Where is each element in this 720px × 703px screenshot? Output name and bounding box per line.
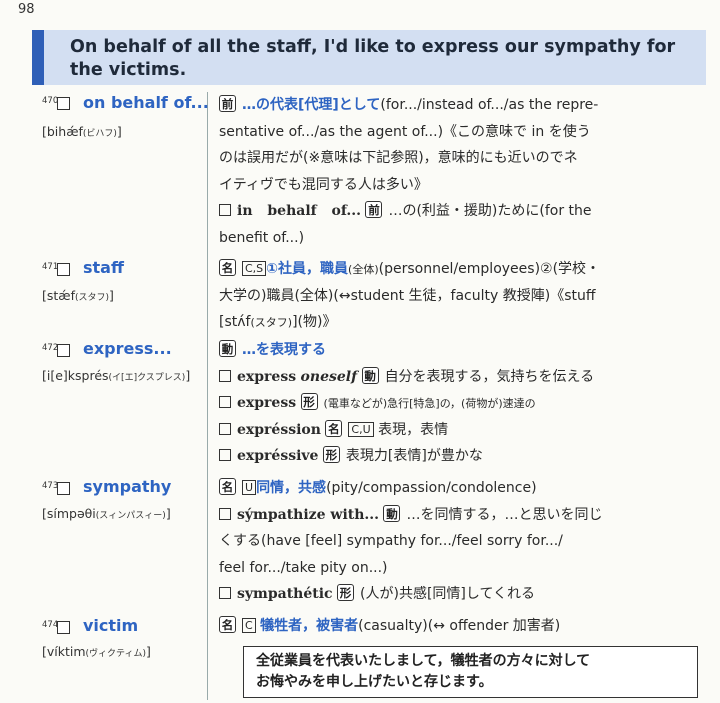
pos-verb-icon: 動	[383, 504, 401, 522]
pos-noun-icon: 名	[219, 616, 236, 633]
entry-number: 474	[42, 620, 59, 630]
definition: 名 C,S ①社員，職員(全体)(personnel/employees)②(学校・…	[219, 259, 601, 330]
pronunciation: [bihǽf(ビハフ)]	[42, 124, 122, 139]
definition: 名C 犠牲者，被害者(casualty)(↔ offender 加害者)	[219, 613, 679, 640]
definition: 動 …を表現する express oneself 動自分を表現する，気持ちを伝える…	[219, 337, 679, 470]
pos-noun-icon: 名	[219, 478, 236, 495]
checkbox-icon[interactable]	[219, 396, 231, 408]
countable-label: C,S	[242, 261, 267, 276]
pronunciation: [víktim(ヴィクティム)]	[42, 644, 151, 659]
pos-adj-icon: 形	[300, 393, 318, 410]
checkbox-icon[interactable]	[219, 369, 231, 382]
checkbox-icon[interactable]	[219, 449, 231, 461]
checkbox-icon[interactable]	[219, 422, 231, 435]
entry-number: 473	[42, 481, 59, 491]
countable-label: C,U	[348, 421, 374, 437]
pos-adj-icon: 形	[337, 584, 355, 601]
pronunciation: [i[e]ksprés(イ[エ]クスプレス)]	[42, 368, 191, 383]
pronunciation: [símpəθi(スィンパスィー)]	[42, 506, 171, 521]
headword: sympathy	[83, 477, 172, 496]
pos-verb-icon: 動	[361, 366, 379, 384]
pos-noun-icon: 名	[219, 259, 236, 276]
pos-verb-icon: 動	[219, 340, 236, 357]
page-number: 98	[18, 2, 35, 17]
checkbox-icon[interactable]	[57, 97, 70, 110]
translation-line-1: 全従業員を代表いたしまして，犠牲者の方々に対して	[256, 653, 591, 669]
definition: 名 U 同情，共感(pity/compassion/condolence) sýmp…	[219, 478, 603, 602]
entry-number: 472	[42, 343, 59, 353]
definition: 前 …の代表[代理]として(for.../instead of.../as the…	[219, 95, 599, 246]
headword: express...	[83, 339, 172, 358]
checkbox-icon[interactable]	[219, 587, 231, 599]
entry-number: 471	[42, 262, 59, 272]
checkbox-icon[interactable]	[57, 344, 70, 357]
headword: victim	[83, 616, 139, 635]
pos-adj-icon: 形	[322, 446, 340, 463]
translation-box: 全従業員を代表いたしまして，犠牲者の方々に対して お悔やみを申し上げたいと存じま…	[243, 646, 698, 698]
pronunciation: [stǽf(スタフ)]	[42, 288, 114, 303]
headword: staff	[83, 258, 124, 277]
pos-prep-icon: 前	[219, 95, 236, 112]
checkbox-icon[interactable]	[219, 507, 231, 520]
checkbox-icon[interactable]	[57, 621, 70, 634]
example-sentence: On behalf of all the staff, I'd like to …	[70, 37, 676, 80]
checkbox-icon[interactable]	[57, 263, 70, 276]
pos-noun-icon: 名	[325, 419, 343, 437]
uncountable-label: U	[242, 480, 257, 495]
translation-line-2: お悔やみを申し上げたいと存じます。	[256, 674, 493, 690]
pos-prep-icon: 前	[365, 201, 383, 218]
checkbox-icon[interactable]	[57, 482, 70, 495]
checkbox-icon[interactable]	[219, 204, 231, 216]
headword: on behalf of...	[83, 93, 209, 112]
column-divider	[207, 92, 208, 700]
entry-number: 470	[42, 96, 59, 106]
countable-label: C	[242, 618, 256, 633]
example-sentence-box: On behalf of all the staff, I'd like to …	[32, 30, 706, 85]
